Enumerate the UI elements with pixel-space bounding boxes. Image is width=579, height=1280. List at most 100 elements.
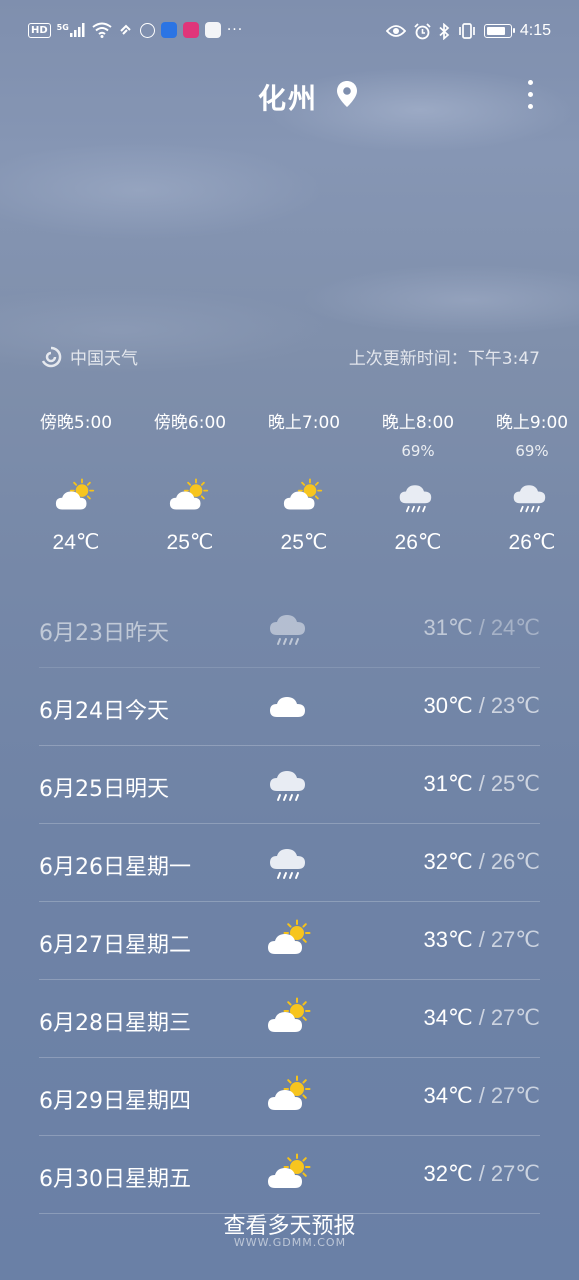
last-updated: 上次更新时间： 下午3:47	[349, 344, 540, 369]
hd-icon: HD	[28, 22, 51, 38]
daily-low-temp: 27℃	[490, 1161, 540, 1186]
daily-temperature-range: 32℃/27℃	[424, 1161, 541, 1187]
cloudy-icon	[267, 685, 313, 729]
daily-date-label: 6月26日	[39, 855, 125, 880]
daily-low-temp: 27℃	[490, 927, 540, 952]
hourly-item: 傍晚5:00 24℃	[19, 410, 133, 560]
vibrate-icon	[459, 23, 475, 39]
partly-sunny-icon	[267, 1153, 313, 1197]
daily-forecast-row[interactable]: 6月27日 星期二 33℃/27℃	[39, 902, 540, 980]
daily-date-label: 6月25日	[39, 777, 125, 802]
daily-weekday-label: 星期一	[125, 855, 192, 880]
battery-icon	[483, 24, 515, 38]
rain-icon	[267, 841, 313, 885]
daily-weekday-label: 星期三	[125, 1011, 192, 1036]
daily-date: 6月24日 今天	[39, 693, 169, 725]
hourly-forecast[interactable]: 傍晚5:00 24℃ 傍晚6:00 25℃ 晚上7:00 25℃ 晚上8:00 69% 26℃ 晚…	[0, 410, 579, 570]
daily-weekday-label: 明天	[125, 777, 170, 802]
daily-date-label: 6月24日	[39, 699, 125, 724]
daily-high-temp: 33℃	[423, 927, 473, 952]
hourly-temperature: 25℃	[166, 531, 214, 554]
daily-high-temp: 31℃	[423, 771, 473, 796]
daily-temperature-range: 30℃/23℃	[424, 693, 541, 719]
alarm-icon	[414, 22, 431, 39]
city-name[interactable]: 化州	[258, 77, 318, 117]
daily-temperature-range: 32℃/26℃	[424, 849, 541, 875]
daily-temperature-range: 31℃/25℃	[424, 771, 541, 797]
more-options-button[interactable]	[520, 76, 540, 116]
source-row: 中国天气 上次更新时间： 下午3:47	[0, 344, 579, 372]
daily-high-temp: 31℃	[423, 615, 473, 640]
daily-forecast-row[interactable]: 6月24日 今天 30℃/23℃	[39, 668, 540, 746]
location-header: 化州	[0, 72, 579, 122]
hourly-temperature: 25℃	[280, 531, 328, 554]
weather-source[interactable]: 中国天气	[40, 344, 138, 369]
eye-comfort-icon	[385, 25, 406, 37]
5g-signal-icon: 5G	[57, 23, 86, 37]
status-bar-left: HD 5G ···	[28, 22, 243, 38]
daily-date: 6月28日 星期三	[39, 1005, 191, 1037]
qq-app-icon	[204, 22, 221, 38]
partly-sunny-icon	[267, 997, 313, 1041]
daily-date-label: 6月23日	[39, 621, 125, 646]
daily-low-temp: 27℃	[490, 1083, 540, 1108]
hourly-precip-probability	[19, 436, 133, 466]
partly-sunny-icon	[19, 466, 133, 526]
hourly-item: 晚上7:00 25℃	[247, 410, 361, 560]
temp-separator: /	[478, 615, 485, 640]
hourly-time: 晚上8:00	[381, 413, 455, 433]
daily-low-temp: 26℃	[490, 849, 540, 874]
rain-icon	[475, 466, 579, 526]
hourly-time: 傍晚5:00	[39, 413, 113, 433]
hourly-time: 晚上7:00	[267, 413, 341, 433]
daily-date: 6月23日 昨天	[39, 615, 169, 647]
sync-icon	[120, 24, 131, 35]
hourly-temperature: 24℃	[52, 531, 100, 554]
partly-sunny-icon	[133, 466, 247, 526]
daily-forecast-row[interactable]: 6月25日 明天 31℃/25℃	[39, 746, 540, 824]
daily-high-temp: 32℃	[423, 1161, 473, 1186]
temp-separator: /	[478, 771, 485, 796]
daily-low-temp: 25℃	[490, 771, 540, 796]
daily-date-label: 6月27日	[39, 933, 125, 958]
bluetooth-icon	[439, 22, 450, 40]
hourly-precip-probability	[133, 436, 247, 466]
weather-source-name: 中国天气	[70, 349, 138, 369]
last-updated-label: 上次更新时间：	[348, 349, 468, 369]
daily-low-temp: 27℃	[490, 1005, 540, 1030]
china-weather-logo-icon	[41, 346, 62, 367]
hourly-time: 晚上9:00	[495, 413, 569, 433]
wifi-icon	[92, 22, 112, 38]
daily-date: 6月26日 星期一	[39, 849, 191, 881]
daily-forecast-row[interactable]: 6月28日 星期三 34℃/27℃	[39, 980, 540, 1058]
hourly-precip-probability: 69%	[401, 442, 435, 460]
daily-low-temp: 23℃	[490, 693, 540, 718]
daily-temperature-range: 33℃/27℃	[424, 927, 541, 953]
temp-separator: /	[478, 1083, 485, 1108]
daily-high-temp: 34℃	[423, 1005, 473, 1030]
clock-time: 4:15	[519, 22, 551, 39]
hourly-precip-probability	[247, 436, 361, 466]
news-app-icon	[182, 22, 199, 38]
daily-date-label: 6月28日	[39, 1011, 125, 1036]
temp-separator: /	[478, 927, 485, 952]
daily-date: 6月30日 星期五	[39, 1161, 191, 1193]
rain-icon	[267, 607, 313, 651]
daily-temperature-range: 34℃/27℃	[424, 1083, 541, 1109]
bird-app-icon	[160, 22, 177, 38]
hourly-item: 晚上8:00 69% 26℃	[361, 410, 475, 560]
daily-weekday-label: 星期二	[125, 933, 192, 958]
daily-forecast-row[interactable]: 6月30日 星期五 32℃/27℃	[39, 1136, 540, 1214]
daily-forecast-list: 6月23日 昨天 31℃/24℃ 6月24日 今天 30℃/23℃ 6月25日 明天 31℃/2…	[39, 590, 540, 1214]
location-pin-icon[interactable]	[336, 80, 358, 108]
daily-forecast-row[interactable]: 6月26日 星期一 32℃/26℃	[39, 824, 540, 902]
hourly-temperature: 26℃	[394, 531, 442, 554]
daily-date: 6月29日 星期四	[39, 1083, 191, 1115]
daily-forecast-row[interactable]: 6月23日 昨天 31℃/24℃	[39, 590, 540, 668]
daily-forecast-row[interactable]: 6月29日 星期四 34℃/27℃	[39, 1058, 540, 1136]
temp-separator: /	[478, 1161, 485, 1186]
hourly-item: 晚上9:00 69% 26℃	[475, 410, 579, 560]
rain-icon	[361, 466, 475, 526]
daily-high-temp: 30℃	[423, 693, 473, 718]
daily-temperature-range: 34℃/27℃	[424, 1005, 541, 1031]
